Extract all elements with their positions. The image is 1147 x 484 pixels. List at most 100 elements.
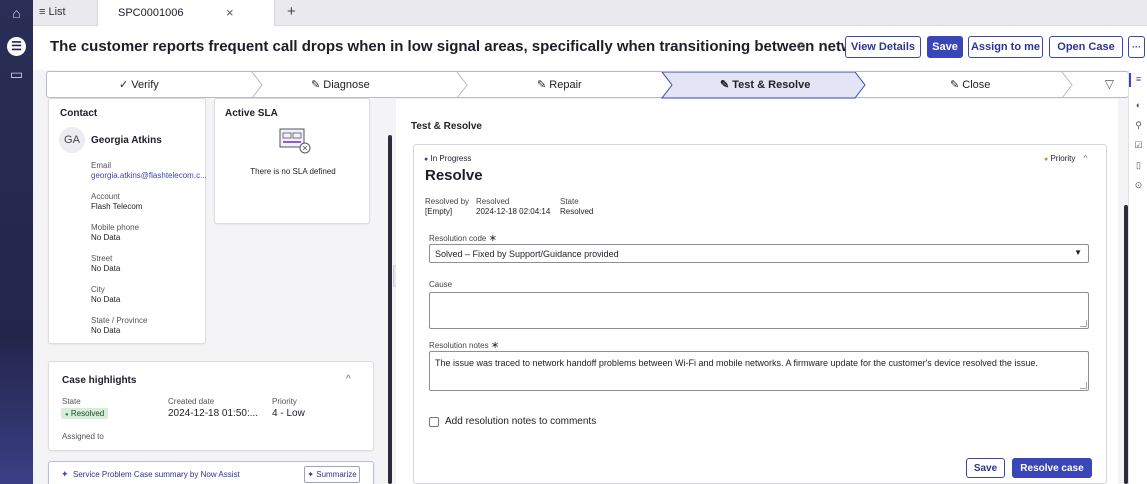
priority-indicator-label: Priority xyxy=(1050,154,1076,163)
chevron-up-icon[interactable]: ^ xyxy=(346,374,351,385)
inbox-icon[interactable]: ▭ xyxy=(7,65,26,84)
info-icon[interactable]: ◐ xyxy=(1132,100,1145,110)
resolve-case-button[interactable]: Resolve case xyxy=(1012,458,1092,478)
filter-icon[interactable]: ▽ xyxy=(1105,77,1114,91)
page-title: The customer reports frequent call drops… xyxy=(50,38,889,55)
resolution-notes-textarea[interactable]: The issue was traced to network handoff … xyxy=(429,351,1089,391)
process-stepper: ✓ Verify ✎ Diagnose ✎ Repair ✎ Test & Re… xyxy=(46,71,1129,99)
state-label: State xyxy=(560,197,579,206)
resolve-heading: Resolve xyxy=(425,167,483,184)
resolved-by-value: [Empty] xyxy=(425,207,453,216)
tab-case-spc0001006[interactable]: SPC0001006 × xyxy=(97,0,275,26)
resolved-by-label: Resolved by xyxy=(425,197,470,206)
resolution-notes-value: The issue was traced to network handoff … xyxy=(435,358,1038,368)
add-tab-icon[interactable]: + xyxy=(287,3,296,20)
panel-title: Test & Resolve xyxy=(411,121,482,132)
highlight-state-label: State xyxy=(62,397,81,406)
step-verify[interactable]: ✓ Verify xyxy=(119,78,159,91)
view-details-button[interactable]: View Details xyxy=(845,36,921,58)
email-label: Email xyxy=(91,161,112,170)
mobile-label: Mobile phone xyxy=(91,223,140,232)
account-value: Flash Telecom xyxy=(91,202,143,211)
assign-to-me-button[interactable]: Assign to me xyxy=(968,36,1043,58)
required-icon: ∗ xyxy=(490,340,500,351)
sparkle-icon: ✦ xyxy=(61,469,69,479)
resolve-save-button[interactable]: Save xyxy=(966,458,1005,478)
summarize-button[interactable]: ✦ Summarize xyxy=(304,466,360,483)
street-label: Street xyxy=(91,254,113,263)
state-province-value: No Data xyxy=(91,326,121,335)
created-date-label: Created date xyxy=(168,397,215,406)
city-value: No Data xyxy=(91,295,121,304)
state-province-label: State / Province xyxy=(91,316,148,325)
active-sla-card: Active SLA There is no SLA defined xyxy=(214,98,370,224)
status-badge: ● Resolved xyxy=(61,408,109,419)
now-assist-summary-card: ✦ Service Problem Case summary by Now As… xyxy=(48,461,374,484)
summary-text: Service Problem Case summary by Now Assi… xyxy=(73,470,240,479)
tab-bar: ≡ List SPC0001006 × + xyxy=(33,0,1147,26)
chevron-up-icon[interactable]: ^ xyxy=(1084,154,1088,163)
avatar: GA xyxy=(59,127,85,153)
contact-card: Contact GA Georgia Atkins Email georgia.… xyxy=(48,98,207,344)
more-actions-button[interactable]: ··· xyxy=(1128,36,1145,58)
email-link[interactable]: georgia.atkins@flashtelecom.c... xyxy=(91,171,207,180)
menu-icon[interactable]: ☰ xyxy=(7,37,26,56)
history-icon[interactable]: ⊙ xyxy=(1132,180,1145,191)
resolution-code-label: Resolution code ∗ xyxy=(429,233,497,244)
location-icon[interactable]: ⚲ xyxy=(1132,120,1145,131)
status-dot-icon: ● xyxy=(65,412,69,418)
document-icon[interactable]: ▯ xyxy=(1132,160,1145,171)
step-test-resolve[interactable]: ✎ Test & Resolve xyxy=(720,78,810,91)
step-diagnose[interactable]: ✎ Diagnose xyxy=(311,78,370,91)
required-icon: ∗ xyxy=(488,233,497,244)
summarize-sparkle-icon: ✦ xyxy=(307,470,314,479)
priority-dot-icon: ● xyxy=(1044,156,1049,163)
city-label: City xyxy=(91,285,105,294)
resolve-card: ● In Progress ● Priority ^ Resolve Resol… xyxy=(413,144,1107,484)
mobile-value: No Data xyxy=(91,233,121,242)
priority-indicator: ● Priority ^ xyxy=(1044,154,1087,163)
close-tab-icon[interactable]: × xyxy=(226,5,234,20)
checklist-icon[interactable]: ☑ xyxy=(1132,140,1145,151)
priority-label: Priority xyxy=(272,397,297,406)
resolution-code-value: Solved – Fixed by Support/Guidance provi… xyxy=(435,249,619,259)
contact-name[interactable]: Georgia Atkins xyxy=(91,135,162,146)
in-progress-icon: ● xyxy=(424,156,429,163)
in-progress-status: ● In Progress xyxy=(424,154,471,163)
assigned-to-label: Assigned to xyxy=(62,432,104,441)
priority-value: 4 - Low xyxy=(272,408,305,419)
utility-rail: ≡ ◐ ⚲ ☑ ▯ ⊙ xyxy=(1128,70,1147,484)
cause-label: Cause xyxy=(429,280,453,289)
status-badge-text: Resolved xyxy=(70,409,105,418)
resolved-value: 2024-12-18 02:04:14 xyxy=(476,207,551,216)
resolution-code-select[interactable]: Solved – Fixed by Support/Guidance provi… xyxy=(429,244,1089,263)
home-icon[interactable]: ⌂ xyxy=(7,4,26,23)
sla-heading: Active SLA xyxy=(225,108,278,119)
add-notes-checkbox[interactable] xyxy=(429,417,439,427)
case-highlights-card: Case highlights ^ State ● Resolved Creat… xyxy=(48,361,374,451)
active-indicator xyxy=(1129,73,1131,87)
sla-empty-text: There is no SLA defined xyxy=(250,167,336,176)
resolved-label: Resolved xyxy=(476,197,510,206)
street-value: No Data xyxy=(91,264,121,273)
resolution-notes-label-text: Resolution notes xyxy=(429,341,489,350)
in-progress-label: In Progress xyxy=(430,154,472,163)
created-date-value: 2024-12-18 01:50:... xyxy=(168,408,259,419)
tab-list[interactable]: ≡ List xyxy=(39,6,66,18)
save-button[interactable]: Save xyxy=(927,36,963,58)
tab-case-label: SPC0001006 xyxy=(118,7,184,19)
test-resolve-panel: Test & Resolve ● In Progress ● Priority … xyxy=(396,99,1118,484)
step-close[interactable]: ✎ Close xyxy=(950,78,990,91)
add-notes-label: Add resolution notes to comments xyxy=(445,416,597,427)
cause-textarea[interactable] xyxy=(429,292,1089,329)
details-icon[interactable]: ≡ xyxy=(1132,74,1145,84)
sla-empty-icon xyxy=(279,128,311,154)
left-scrollbar[interactable] xyxy=(388,135,392,484)
resolution-code-label-text: Resolution code xyxy=(429,234,487,243)
app-nav-rail: ⌂ ☰ ▭ xyxy=(0,0,33,484)
open-case-button[interactable]: Open Case xyxy=(1049,36,1123,58)
step-repair[interactable]: ✎ Repair xyxy=(537,78,582,91)
tag-icon[interactable]: ⊘ xyxy=(796,39,806,53)
caret-down-icon: ▼ xyxy=(1074,248,1082,257)
summarize-label: Summarize xyxy=(316,470,357,479)
